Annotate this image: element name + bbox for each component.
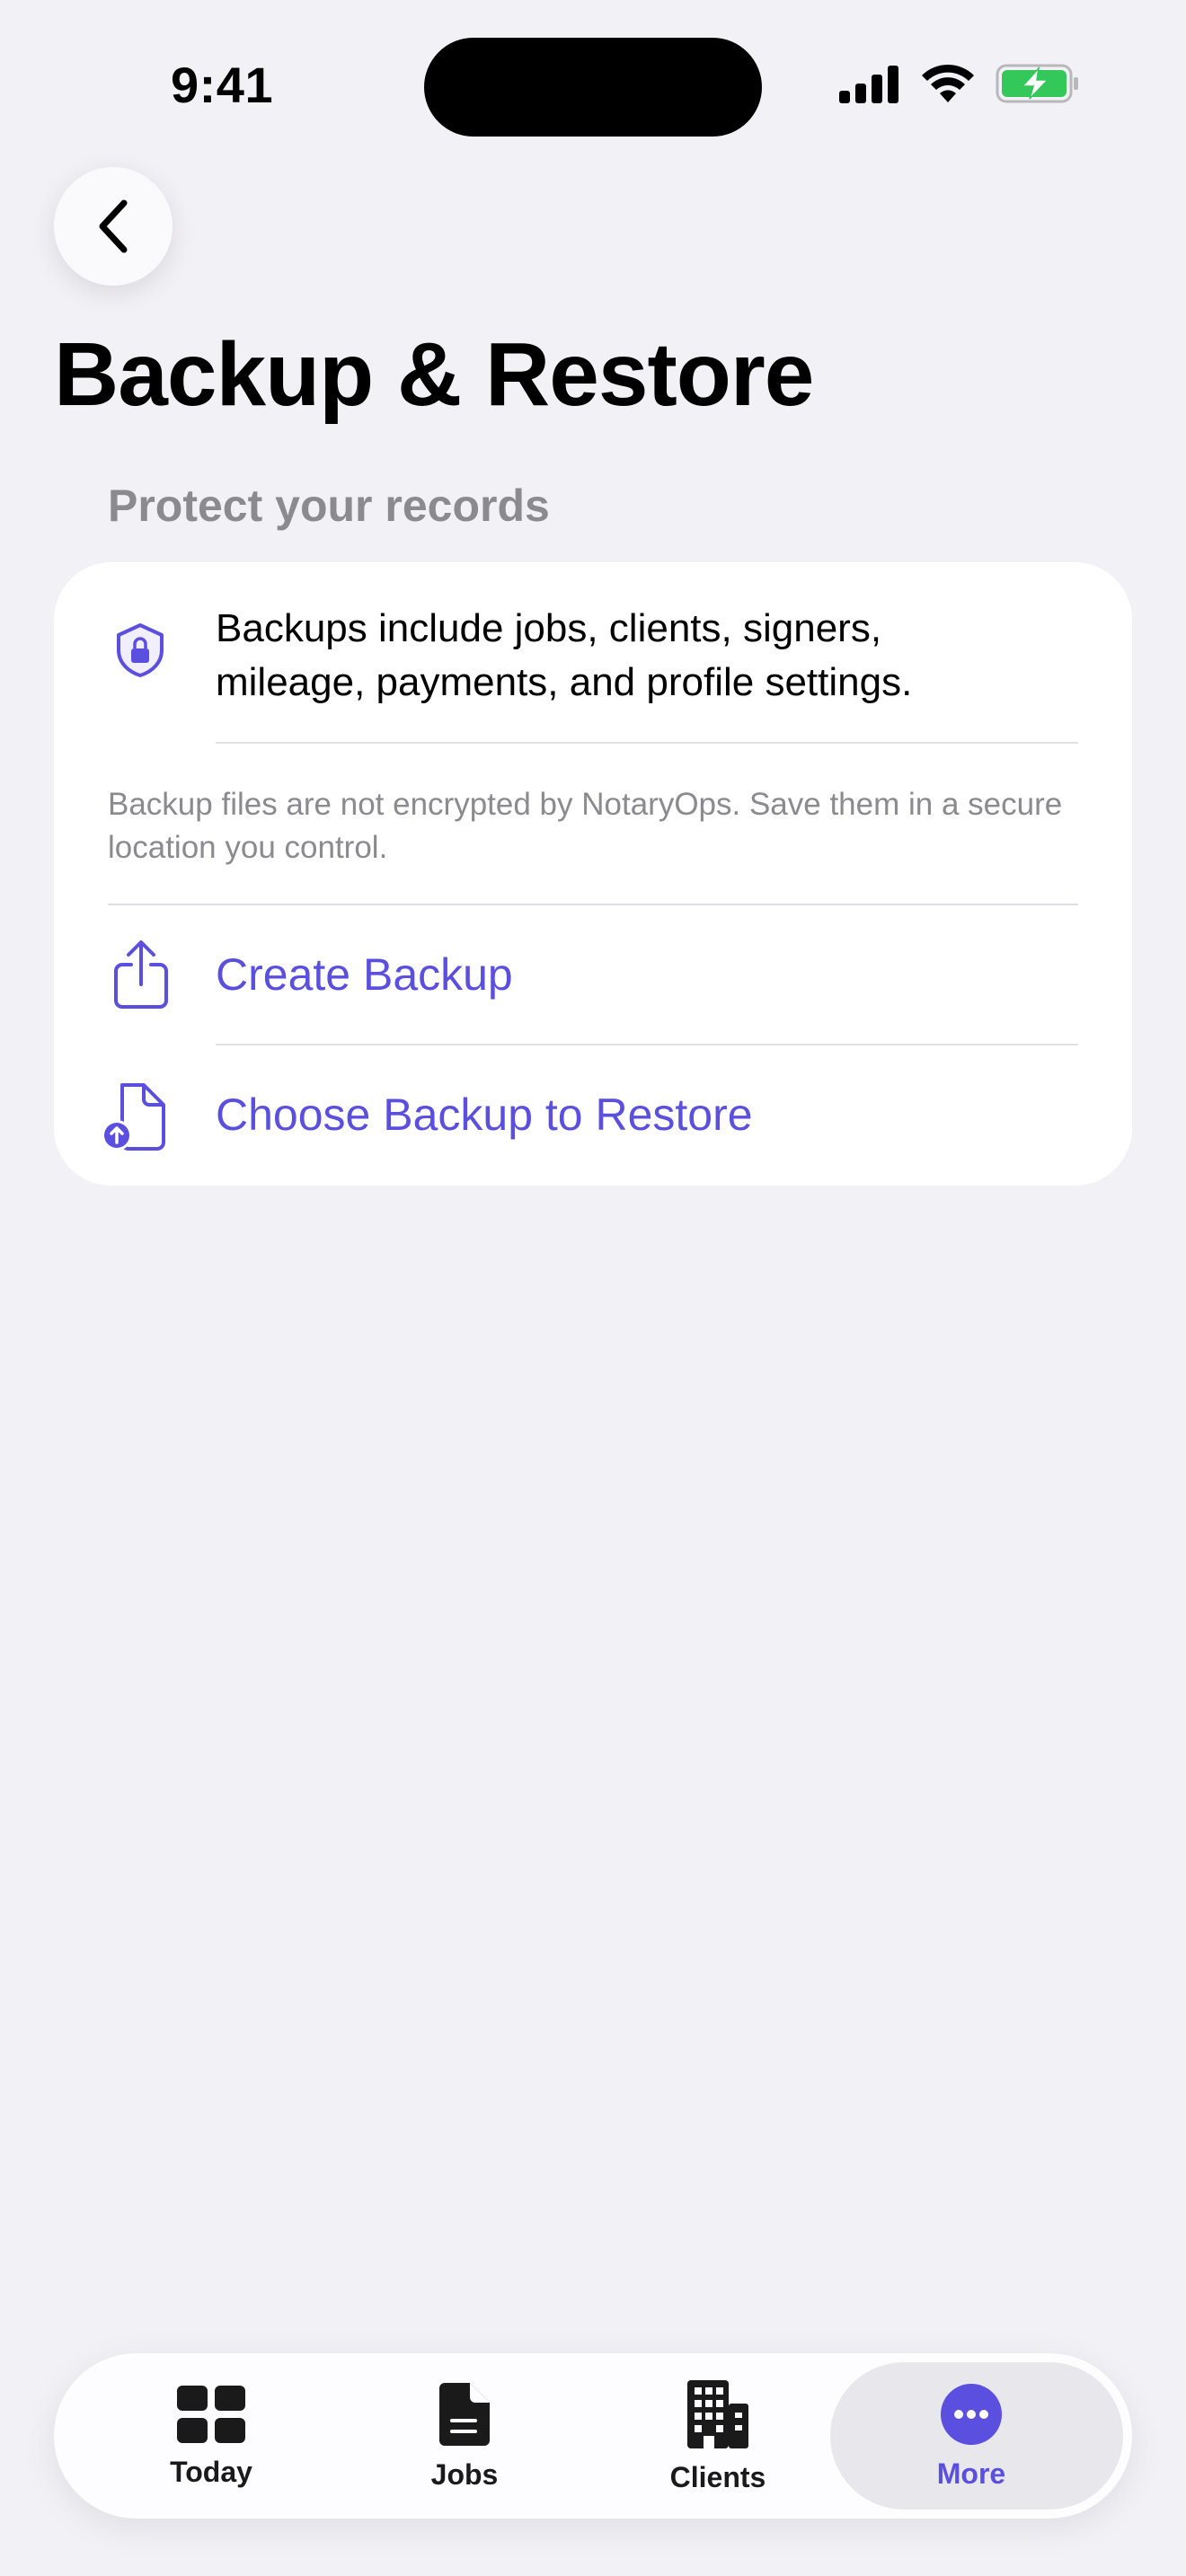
cellular-signal-icon: [839, 66, 898, 103]
tab-bar: Today Jobs Clients More: [54, 2353, 1132, 2519]
tab-today[interactable]: Today: [84, 2353, 338, 2519]
share-upload-icon: [114, 940, 168, 1009]
status-icons: [839, 63, 1080, 104]
chevron-left-icon: [99, 199, 128, 253]
wifi-icon: [922, 64, 974, 102]
info-text: Backups include jobs, clients, signers, …: [216, 606, 913, 704]
tab-jobs[interactable]: Jobs: [338, 2353, 591, 2519]
tab-clients[interactable]: Clients: [591, 2353, 845, 2519]
tab-label: Clients: [669, 2460, 766, 2493]
status-time: 9:41: [171, 57, 274, 113]
create-backup-button[interactable]: Create Backup: [54, 905, 1132, 1044]
encryption-note: Backup files are not encrypted by Notary…: [108, 787, 1063, 865]
document-upload-icon: [102, 1083, 165, 1151]
page-title: Backup & Restore: [54, 324, 814, 425]
dynamic-island: [424, 38, 762, 137]
tab-label: Jobs: [430, 2457, 499, 2491]
restore-backup-label: Choose Backup to Restore: [216, 1090, 753, 1140]
battery-charging-icon: [996, 64, 1078, 103]
shield-lock-icon: [117, 623, 164, 677]
document-icon: [439, 2382, 490, 2446]
tab-more[interactable]: More: [845, 2353, 1098, 2519]
section-header: Protect your records: [108, 481, 550, 531]
grid-icon: [177, 2385, 245, 2443]
create-backup-label: Create Backup: [216, 949, 513, 1000]
backup-card: Backups include jobs, clients, signers, …: [54, 562, 1132, 1186]
info-row: Backups include jobs, clients, signers, …: [54, 562, 1132, 744]
back-button[interactable]: [54, 167, 173, 286]
screen: 9:41 Backup & Restore Protect your recor…: [0, 0, 1186, 2576]
restore-backup-button[interactable]: Choose Backup to Restore: [54, 1045, 1132, 1184]
tab-label: Today: [170, 2455, 252, 2488]
building-icon: [687, 2379, 748, 2448]
divider: [216, 742, 1078, 744]
ellipsis-circle-icon: [941, 2383, 1002, 2445]
tab-label: More: [936, 2457, 1006, 2490]
